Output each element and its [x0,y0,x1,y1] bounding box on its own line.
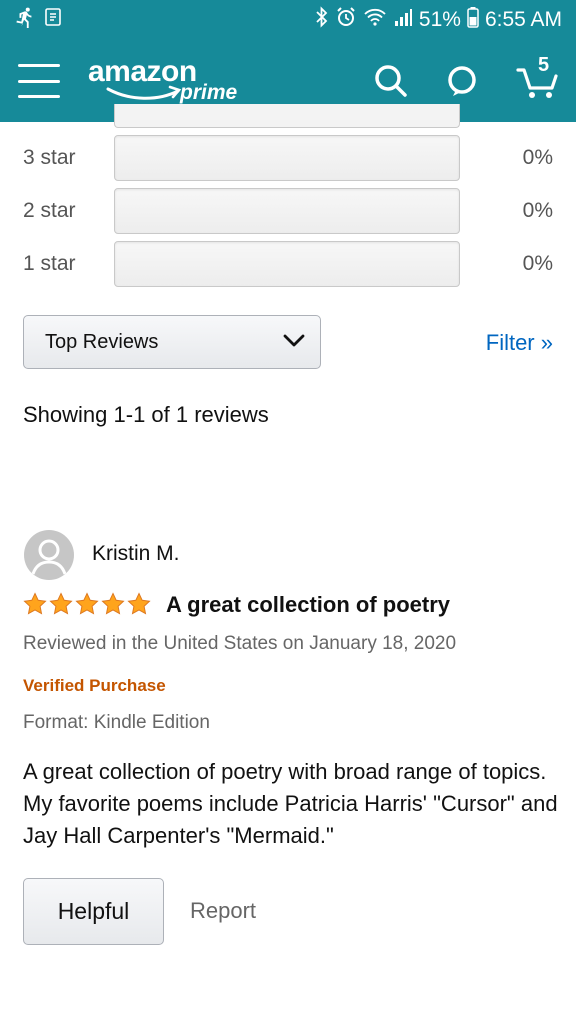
star-icon [75,592,99,615]
user-icon [31,539,67,575]
star-icon [101,592,125,615]
rating-bar [114,188,460,234]
verified-purchase-badge: Verified Purchase [23,676,166,695]
star-icon [49,592,73,615]
rating-row-2-star[interactable]: 2 star 0% [0,188,576,234]
battery-percent: 51% [418,8,461,31]
running-icon [14,6,36,34]
star-icon [127,592,151,615]
review-title[interactable]: A great collection of poetry [166,592,450,618]
bluetooth-icon [315,6,329,34]
rating-label: 3 star [23,146,76,169]
helpful-button[interactable]: Helpful [23,878,164,945]
cart-icon [516,68,558,98]
battery-icon [467,6,479,34]
rating-percent: 0% [522,252,553,275]
rating-bar [114,135,460,181]
sort-dropdown[interactable]: Top Reviews [23,315,321,369]
avatar [24,530,74,580]
alexa-icon[interactable] [446,64,478,98]
amazon-prime-logo[interactable]: amazon prime [88,51,248,111]
rating-row-3-star[interactable]: 3 star 0% [0,135,576,181]
star-icon [23,592,47,615]
status-bar: 51% 6:55 AM [0,0,576,40]
rating-label: 2 star [23,199,76,222]
filter-link[interactable]: Filter » [486,330,553,356]
reviewer-name[interactable]: Kristin M. [92,542,180,566]
rating-label: 1 star [23,252,76,275]
review-format: Format: Kindle Edition [23,712,210,733]
menu-button[interactable] [18,64,60,98]
screenshot-icon [44,7,64,33]
cart-button[interactable]: 5 [516,54,558,100]
rating-row-1-star[interactable]: 1 star 0% [0,241,576,287]
menu-icon [18,64,60,67]
chevron-down-icon [282,332,306,353]
logo-sub: prime [180,81,238,104]
report-link[interactable]: Report [190,898,256,924]
star-rating [23,592,151,616]
signal-icon [393,7,413,33]
review-date: Reviewed in the United States on January… [23,633,457,654]
wifi-icon [363,7,387,33]
cart-count: 5 [538,54,550,76]
smile-icon [106,85,182,100]
sort-selected-value: Top Reviews [45,330,159,353]
search-icon[interactable] [374,64,408,98]
review-body: A great collection of poetry with broad … [23,759,558,848]
rating-bar-partial [114,104,460,128]
rating-percent: 0% [522,146,553,169]
rating-bar [114,241,460,287]
clock: 6:55 AM [484,8,562,31]
rating-percent: 0% [522,199,553,222]
alarm-icon [335,6,357,34]
review-count-text: Showing 1-1 of 1 reviews [23,402,269,427]
